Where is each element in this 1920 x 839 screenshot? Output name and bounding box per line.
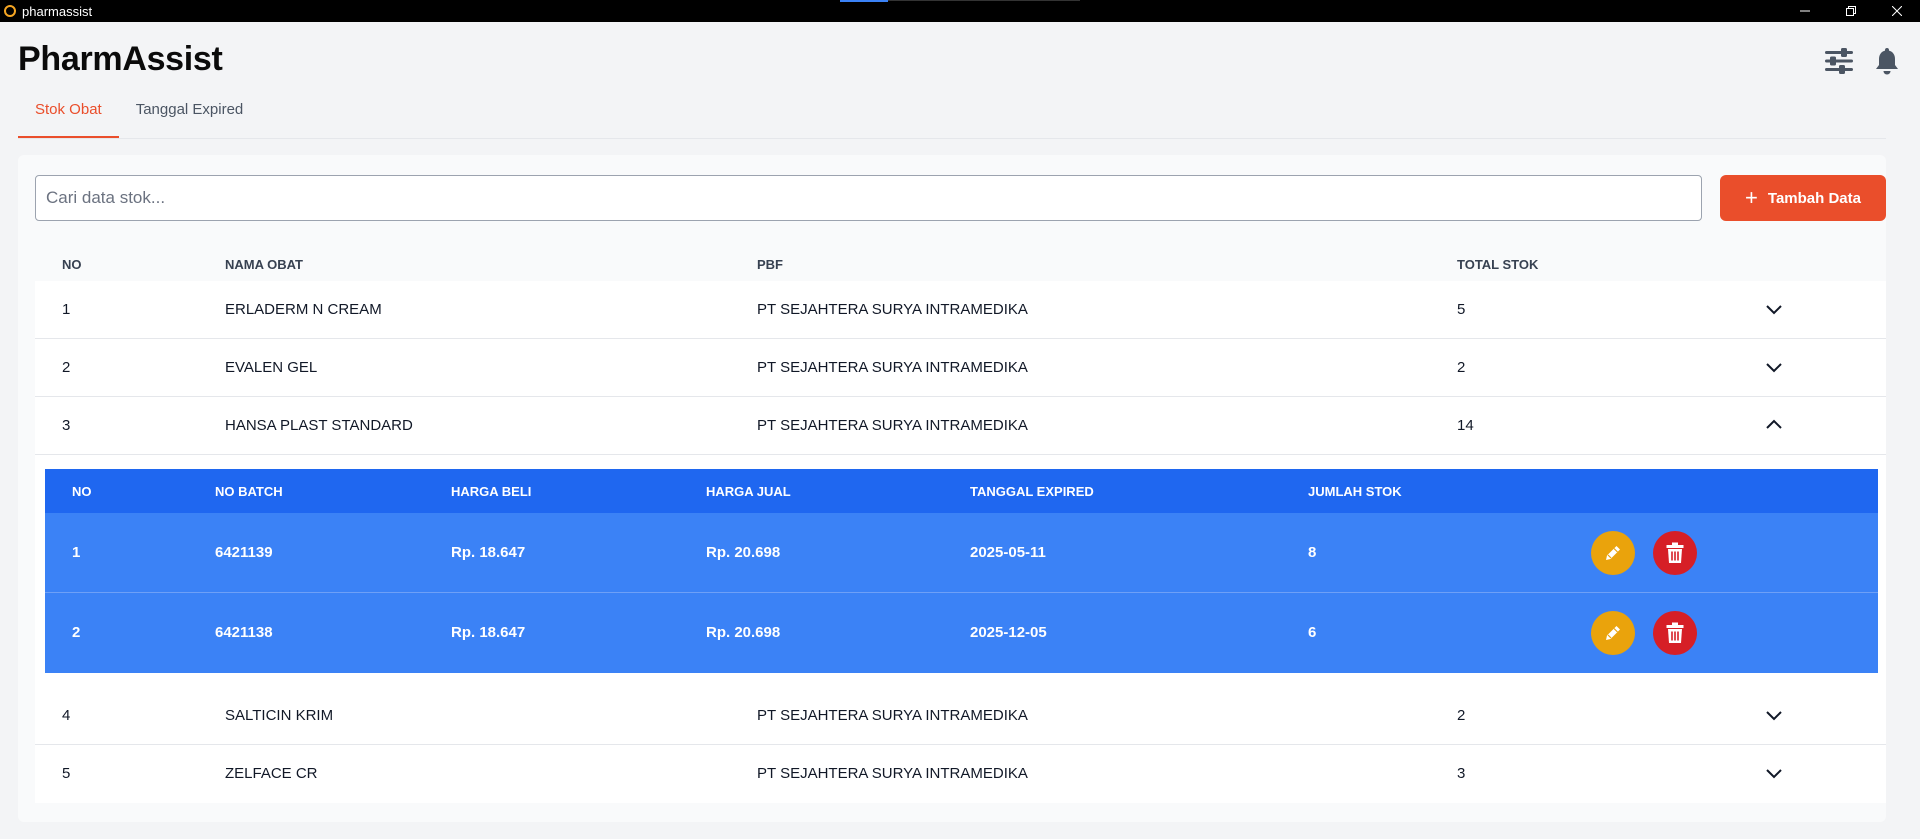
batch-detail-header: NO NO BATCH HARGA BELI HARGA JUAL TANGGA… — [45, 469, 1878, 513]
dcell-no-batch: 6421139 — [215, 544, 273, 561]
header-total-stok: TOTAL STOK — [1457, 257, 1539, 272]
dcell-no-batch: 6421138 — [215, 624, 273, 641]
dheader-jumlah-stok: JUMLAH STOK — [1308, 484, 1402, 499]
header-pbf: PBF — [757, 257, 783, 272]
cell-nama-obat: HANSA PLAST STANDARD — [225, 417, 413, 434]
cell-total-stok: 2 — [1457, 707, 1466, 724]
pencil-icon — [1606, 546, 1620, 560]
dcell-harga-jual: Rp. 20.698 — [706, 624, 781, 641]
filter-button[interactable] — [1822, 44, 1856, 78]
edit-button[interactable] — [1591, 611, 1635, 655]
filter-sliders-icon — [1825, 48, 1853, 74]
dcell-tanggal-expired: 2025-12-05 — [970, 624, 1047, 641]
dcell-harga-beli: Rp. 18.647 — [451, 544, 526, 561]
restore-icon — [1846, 6, 1856, 16]
plus-icon: + — [1745, 185, 1758, 210]
cell-pbf: PT SEJAHTERA SURYA INTRAMEDIKA — [757, 359, 1028, 376]
search-input[interactable] — [35, 175, 1702, 221]
cell-no: 5 — [62, 765, 71, 782]
cell-pbf: PT SEJAHTERA SURYA INTRAMEDIKA — [757, 301, 1028, 318]
table-row[interactable]: 1 ERLADERM N CREAM PT SEJAHTERA SURYA IN… — [35, 281, 1886, 339]
cell-no: 1 — [62, 301, 71, 318]
table-row[interactable]: 4 SALTICIN KRIM PT SEJAHTERA SURYA INTRA… — [35, 687, 1886, 745]
tab-tanggal-expired[interactable]: Tanggal Expired — [119, 92, 261, 138]
chevron-down-icon[interactable] — [1764, 357, 1784, 377]
table-header: NO NAMA OBAT PBF TOTAL STOK — [35, 251, 1886, 277]
delete-button[interactable] — [1653, 531, 1697, 575]
add-data-label: Tambah Data — [1767, 189, 1861, 207]
close-button[interactable] — [1874, 0, 1920, 22]
edit-button[interactable] — [1591, 531, 1635, 575]
dcell-jumlah-stok: 6 — [1308, 624, 1317, 641]
taskbar-accent — [840, 0, 888, 2]
minimize-button[interactable] — [1782, 0, 1828, 22]
dcell-jumlah-stok: 8 — [1308, 544, 1317, 561]
bell-icon — [1876, 48, 1898, 75]
cell-total-stok: 14 — [1457, 417, 1474, 434]
dheader-no: NO — [72, 484, 92, 499]
cell-total-stok: 3 — [1457, 765, 1466, 782]
app-icon — [4, 5, 16, 17]
header-nama-obat: NAMA OBAT — [225, 257, 303, 272]
close-icon — [1892, 6, 1902, 16]
chevron-down-icon[interactable] — [1764, 299, 1784, 319]
taskbar-divider — [888, 0, 1080, 1]
dcell-no: 2 — [72, 624, 81, 641]
chevron-down-icon[interactable] — [1764, 705, 1784, 725]
tab-stok-obat[interactable]: Stok Obat — [18, 92, 119, 138]
cell-nama-obat: ERLADERM N CREAM — [225, 301, 382, 318]
cell-nama-obat: EVALEN GEL — [225, 359, 318, 376]
dcell-harga-jual: Rp. 20.698 — [706, 544, 781, 561]
tabs-divider — [18, 138, 1886, 139]
batch-row: 1 6421139 Rp. 18.647 Rp. 20.698 2025-05-… — [45, 513, 1878, 593]
dheader-harga-jual: HARGA JUAL — [706, 484, 791, 499]
window-title: pharmassist — [22, 3, 93, 19]
dcell-tanggal-expired: 2025-05-11 — [970, 544, 1046, 561]
dcell-harga-beli: Rp. 18.647 — [451, 624, 526, 641]
table-row[interactable]: 2 EVALEN GEL PT SEJAHTERA SURYA INTRAMED… — [35, 339, 1886, 397]
dheader-tanggal-expired: TANGGAL EXPIRED — [970, 484, 1094, 499]
minimize-icon — [1800, 10, 1810, 12]
cell-total-stok: 5 — [1457, 301, 1466, 318]
cell-no: 3 — [62, 417, 71, 434]
trash-icon — [1666, 542, 1684, 563]
chevron-down-icon[interactable] — [1764, 763, 1784, 783]
cell-pbf: PT SEJAHTERA SURYA INTRAMEDIKA — [757, 707, 1028, 724]
cell-no: 2 — [62, 359, 71, 376]
cell-nama-obat: ZELFACE CR — [225, 765, 318, 782]
table-row[interactable]: 5 ZELFACE CR PT SEJAHTERA SURYA INTRAMED… — [35, 745, 1886, 803]
trash-icon — [1666, 622, 1684, 643]
window-titlebar: pharmassist — [0, 0, 1920, 22]
cell-total-stok: 2 — [1457, 359, 1466, 376]
tab-bar: Stok Obat Tanggal Expired — [18, 92, 260, 140]
table-row-expanded[interactable]: 3 HANSA PLAST STANDARD PT SEJAHTERA SURY… — [35, 397, 1886, 455]
pencil-icon — [1606, 626, 1620, 640]
cell-pbf: PT SEJAHTERA SURYA INTRAMEDIKA — [757, 765, 1028, 782]
add-data-button[interactable]: + Tambah Data — [1720, 175, 1886, 221]
cell-no: 4 — [62, 707, 71, 724]
delete-button[interactable] — [1653, 611, 1697, 655]
header-no: NO — [62, 257, 82, 272]
batch-row: 2 6421138 Rp. 18.647 Rp. 20.698 2025-12-… — [45, 593, 1878, 673]
restore-button[interactable] — [1828, 0, 1874, 22]
app-title: PharmAssist — [18, 40, 223, 78]
dheader-harga-beli: HARGA BELI — [451, 484, 532, 499]
dcell-no: 1 — [72, 544, 81, 561]
batch-detail-table: NO NO BATCH HARGA BELI HARGA JUAL TANGGA… — [45, 469, 1878, 673]
cell-pbf: PT SEJAHTERA SURYA INTRAMEDIKA — [757, 417, 1028, 434]
cell-nama-obat: SALTICIN KRIM — [225, 707, 334, 724]
notifications-button[interactable] — [1870, 44, 1904, 78]
dheader-no-batch: NO BATCH — [215, 484, 283, 499]
chevron-up-icon[interactable] — [1764, 415, 1784, 435]
stock-card: + Tambah Data NO NAMA OBAT PBF TOTAL STO… — [18, 155, 1886, 822]
